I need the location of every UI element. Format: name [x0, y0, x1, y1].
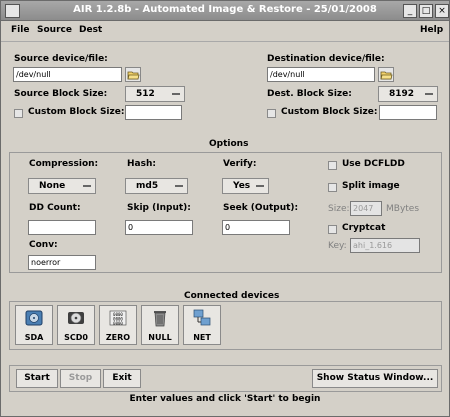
seek-label: Seek (Output):: [223, 203, 299, 213]
dropdown-arrow-icon: [172, 93, 180, 95]
compression-label: Compression:: [29, 159, 99, 169]
cd-drive-icon: [68, 312, 84, 324]
dest-block-size-value: 8192: [389, 89, 415, 99]
verify-value: Yes: [233, 181, 251, 191]
cryptcat-checkbox[interactable]: [328, 225, 337, 234]
conv-label: Conv:: [29, 240, 58, 250]
stop-button[interactable]: Stop: [60, 369, 101, 388]
split-image-checkbox[interactable]: [328, 183, 337, 192]
dropdown-arrow-icon: [256, 185, 264, 187]
svg-text:0000: 0000: [113, 321, 123, 326]
hash-value: md5: [136, 181, 159, 191]
split-size-unit: MBytes: [386, 204, 420, 214]
key-label: Key:: [328, 241, 347, 251]
dd-count-label: DD Count:: [29, 203, 81, 213]
source-device-label: Source device/file:: [14, 54, 108, 64]
dest-path-input[interactable]: /dev/null: [267, 67, 375, 82]
dropdown-arrow-icon: [83, 185, 91, 187]
hash-label: Hash:: [127, 159, 156, 169]
dest-custom-block-checkbox[interactable]: [267, 109, 276, 118]
device-label: ZERO: [105, 333, 131, 342]
folder-open-icon: [380, 71, 393, 80]
skip-label: Skip (Input):: [127, 203, 191, 213]
close-icon[interactable]: ×: [435, 4, 449, 18]
dest-custom-block-input[interactable]: [379, 105, 437, 120]
dropdown-arrow-icon: [175, 185, 183, 187]
dest-custom-block-label: Custom Block Size:: [281, 107, 378, 117]
main-window: AIR 1.2.8b - Automated Image & Restore -…: [0, 0, 450, 417]
skip-input[interactable]: 0: [125, 220, 193, 235]
status-message: Enter values and click 'Start' to begin: [129, 394, 321, 404]
source-custom-block-checkbox[interactable]: [14, 109, 23, 118]
source-custom-block-label: Custom Block Size:: [28, 107, 125, 117]
options-title: Options: [209, 139, 249, 149]
device-label: NULL: [148, 333, 172, 342]
maximize-icon[interactable]: □: [419, 4, 433, 18]
verify-select[interactable]: Yes: [222, 178, 269, 194]
window-title: AIR 1.2.8b - Automated Image & Restore -…: [73, 4, 377, 15]
conv-input[interactable]: noerror: [28, 255, 96, 270]
source-browse-button[interactable]: [125, 67, 141, 82]
split-size-input[interactable]: 2047: [350, 201, 382, 216]
dropdown-arrow-icon: [425, 93, 433, 95]
network-icon: [193, 309, 211, 326]
folder-open-icon: [127, 71, 140, 80]
device-null-button[interactable]: NULL: [141, 305, 179, 345]
source-block-size-select[interactable]: 512: [125, 86, 185, 102]
trash-icon: [154, 311, 166, 327]
device-label: SCD0: [64, 333, 88, 342]
menu-file[interactable]: File: [11, 25, 29, 35]
device-scd0-button[interactable]: SCD0: [57, 305, 95, 345]
hard-disk-icon: [25, 310, 43, 326]
exit-button[interactable]: Exit: [103, 369, 141, 388]
menu-source[interactable]: Source: [37, 25, 72, 35]
show-status-window-button[interactable]: Show Status Window...: [312, 369, 438, 388]
start-button[interactable]: Start: [16, 369, 58, 388]
dd-count-input[interactable]: [28, 220, 96, 235]
devices-title: Connected devices: [184, 291, 280, 301]
cryptcat-label: Cryptcat: [342, 223, 386, 233]
source-block-size-label: Source Block Size:: [14, 89, 108, 99]
dest-block-size-label: Dest. Block Size:: [267, 89, 352, 99]
compression-value: None: [39, 181, 66, 191]
use-dcfldd-label: Use DCFLDD: [342, 159, 405, 169]
device-sda-button[interactable]: SDA: [15, 305, 53, 345]
dest-device-label: Destination device/file:: [267, 54, 385, 64]
key-input[interactable]: ahi_1.616: [350, 238, 420, 253]
title-bar: AIR 1.2.8b - Automated Image & Restore -…: [1, 1, 449, 21]
use-dcfldd-checkbox[interactable]: [328, 161, 337, 170]
device-label: SDA: [24, 333, 44, 342]
seek-input[interactable]: 0: [222, 220, 290, 235]
dest-block-size-select[interactable]: 8192: [378, 86, 438, 102]
verify-label: Verify:: [223, 159, 257, 169]
split-image-label: Split image: [342, 181, 400, 191]
split-size-label: Size:: [328, 204, 350, 214]
menu-dest[interactable]: Dest: [79, 25, 102, 35]
device-zero-button[interactable]: 0000 0000 0000 ZERO: [99, 305, 137, 345]
device-label: NET: [193, 333, 211, 342]
dest-browse-button[interactable]: [378, 67, 394, 82]
hash-select[interactable]: md5: [125, 178, 188, 194]
source-custom-block-input[interactable]: [125, 105, 182, 120]
menu-help[interactable]: Help: [420, 25, 443, 35]
device-net-button[interactable]: NET: [183, 305, 221, 345]
zero-grid-icon: 000000000000: [109, 310, 127, 326]
source-block-size-value: 512: [136, 89, 155, 99]
minimize-icon[interactable]: _: [403, 4, 417, 18]
compression-select[interactable]: None: [28, 178, 96, 194]
menu-bar: File Source Dest Help: [1, 21, 449, 42]
source-path-input[interactable]: /dev/null: [13, 67, 122, 82]
